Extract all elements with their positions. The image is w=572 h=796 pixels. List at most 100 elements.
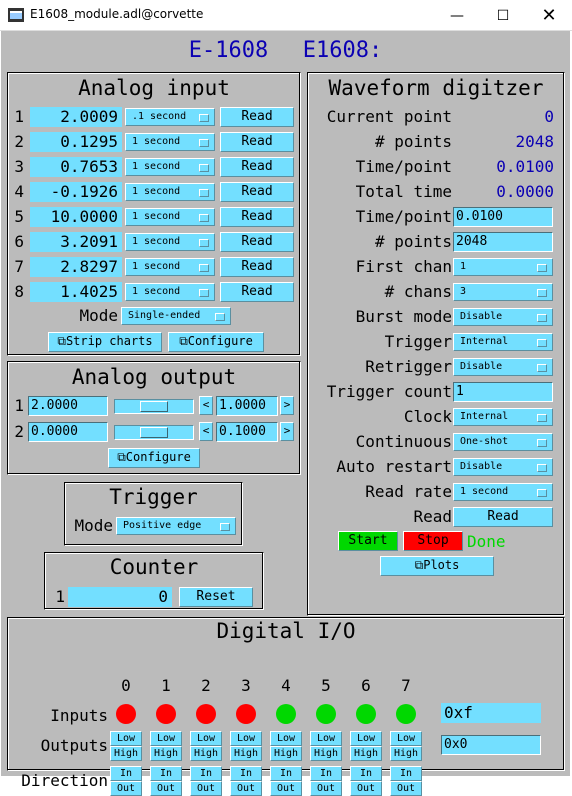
wf-setting-menu[interactable]: Internal — [453, 333, 553, 351]
ai-rate-menu[interactable]: .1 second — [125, 108, 215, 126]
ai-rate-menu[interactable]: 1 second — [125, 208, 215, 226]
wf-setting-menu[interactable]: Disable — [453, 358, 553, 376]
slider-knob[interactable] — [140, 427, 168, 438]
direction-out-button[interactable]: Out — [310, 781, 342, 796]
ao-step-field[interactable]: 1.0000 — [216, 396, 278, 416]
ai-read-button[interactable]: Read — [220, 207, 294, 227]
direction-in-button[interactable]: In — [150, 766, 182, 781]
direction-in-button[interactable]: In — [110, 766, 142, 781]
ai-read-button[interactable]: Read — [220, 282, 294, 302]
output-low-button[interactable]: Low — [190, 731, 222, 746]
ai-rate-menu[interactable]: 1 second — [125, 133, 215, 151]
direction-in-button[interactable]: In — [270, 766, 302, 781]
trigger-mode-menu[interactable]: Positive edge — [116, 517, 236, 535]
ai-read-button[interactable]: Read — [220, 232, 294, 252]
direction-out-button[interactable]: Out — [230, 781, 262, 796]
output-high-button[interactable]: High — [270, 746, 302, 761]
ai-read-button[interactable]: Read — [220, 257, 294, 277]
ao-value-field[interactable]: 0.0000 — [28, 422, 108, 442]
wf-setting-menu[interactable]: 1 second — [453, 483, 553, 501]
ai-rate-menu[interactable]: 1 second — [125, 183, 215, 201]
direction-in-button[interactable]: In — [390, 766, 422, 781]
output-low-button[interactable]: Low — [310, 731, 342, 746]
ai-rate-menu[interactable]: 1 second — [125, 283, 215, 301]
slider-knob[interactable] — [140, 401, 168, 412]
ai-read-button[interactable]: Read — [220, 107, 294, 127]
bit-number: 7 — [401, 676, 411, 695]
direction-out-button[interactable]: Out — [190, 781, 222, 796]
wf-setting-menu[interactable]: Internal — [453, 408, 553, 426]
ai-configure-button[interactable]: ⧉Configure — [168, 332, 264, 352]
wf-readback-value: 0.0000 — [496, 182, 554, 201]
wf-setting-menu[interactable]: 1 — [453, 258, 553, 276]
wf-read-button[interactable]: Read — [453, 507, 553, 527]
wf-trigger-count-field[interactable]: 1 — [453, 382, 553, 402]
output-high-button[interactable]: High — [230, 746, 262, 761]
direction-label: Direction — [21, 771, 108, 790]
ai-channel-number: 5 — [14, 207, 24, 226]
direction-in-button[interactable]: In — [350, 766, 382, 781]
ai-rate-menu[interactable]: 1 second — [125, 158, 215, 176]
wf-time-point-field[interactable]: 0.0100 — [453, 207, 553, 227]
output-low-button[interactable]: Low — [350, 731, 382, 746]
ai-value: 1.4025 — [30, 282, 122, 302]
output-low-button[interactable]: Low — [390, 731, 422, 746]
direction-in-button[interactable]: In — [230, 766, 262, 781]
output-high-button[interactable]: High — [110, 746, 142, 761]
minimize-icon[interactable]: — — [434, 0, 480, 31]
wf-setting-menu[interactable]: Disable — [453, 458, 553, 476]
ai-read-button[interactable]: Read — [220, 132, 294, 152]
output-low-button[interactable]: Low — [110, 731, 142, 746]
strip-charts-button[interactable]: ⧉Strip charts — [48, 332, 162, 352]
ai-channel-number: 6 — [14, 232, 24, 251]
increment-arrow-icon[interactable]: > — [280, 396, 294, 415]
direction-in-button[interactable]: In — [190, 766, 222, 781]
outputs-hex-field[interactable]: 0x0 — [441, 735, 541, 755]
ao-value-field[interactable]: 2.0000 — [28, 396, 108, 416]
wf-points-field[interactable]: 2048 — [453, 232, 553, 252]
wf-setting-menu[interactable]: One-shot — [453, 433, 553, 451]
output-high-button[interactable]: High — [350, 746, 382, 761]
digital-io-title: Digital I/O — [216, 619, 356, 643]
output-high-button[interactable]: High — [390, 746, 422, 761]
direction-in-button[interactable]: In — [310, 766, 342, 781]
start-button[interactable]: Start — [338, 531, 398, 551]
wf-setting-menu[interactable]: Disable — [453, 308, 553, 326]
output-high-button[interactable]: High — [190, 746, 222, 761]
plots-button[interactable]: ⧉Plots — [380, 556, 494, 576]
device-prefix: E1608: — [302, 38, 383, 63]
wf-readback-label: Time/point — [355, 157, 452, 176]
output-high-button[interactable]: High — [310, 746, 342, 761]
ai-read-button[interactable]: Read — [220, 157, 294, 177]
direction-out-button[interactable]: Out — [110, 781, 142, 796]
output-low-button[interactable]: Low — [270, 731, 302, 746]
decrement-arrow-icon[interactable]: < — [199, 396, 213, 415]
increment-arrow-icon[interactable]: > — [280, 422, 294, 441]
ao-slider[interactable] — [114, 399, 194, 414]
output-low-button[interactable]: Low — [230, 731, 262, 746]
wf-readback-value: 2048 — [515, 132, 554, 151]
ai-rate-menu[interactable]: 1 second — [125, 258, 215, 276]
decrement-arrow-icon[interactable]: < — [199, 422, 213, 441]
direction-out-button[interactable]: Out — [350, 781, 382, 796]
wf-setting-menu[interactable]: 3 — [453, 283, 553, 301]
stop-button[interactable]: Stop — [403, 531, 463, 551]
ai-read-button[interactable]: Read — [220, 182, 294, 202]
ai-rate-menu[interactable]: 1 second — [125, 233, 215, 251]
maximize-icon[interactable]: ☐ — [480, 0, 526, 31]
app-icon — [8, 8, 24, 22]
output-low-button[interactable]: Low — [150, 731, 182, 746]
input-led — [356, 704, 376, 724]
counter-reset-button[interactable]: Reset — [179, 587, 253, 607]
waveform-panel: Waveform digitzer Current point 0 # points… — [307, 72, 565, 616]
direction-out-button[interactable]: Out — [390, 781, 422, 796]
ai-mode-menu[interactable]: Single-ended — [121, 307, 231, 325]
output-high-button[interactable]: High — [150, 746, 182, 761]
ao-slider[interactable] — [114, 425, 194, 440]
direction-out-button[interactable]: Out — [270, 781, 302, 796]
direction-out-button[interactable]: Out — [150, 781, 182, 796]
ao-step-field[interactable]: 0.1000 — [216, 422, 278, 442]
close-icon[interactable]: ✕ — [526, 0, 572, 31]
ao-configure-button[interactable]: ⧉Configure — [108, 448, 200, 468]
ai-channel-number: 1 — [14, 107, 24, 126]
